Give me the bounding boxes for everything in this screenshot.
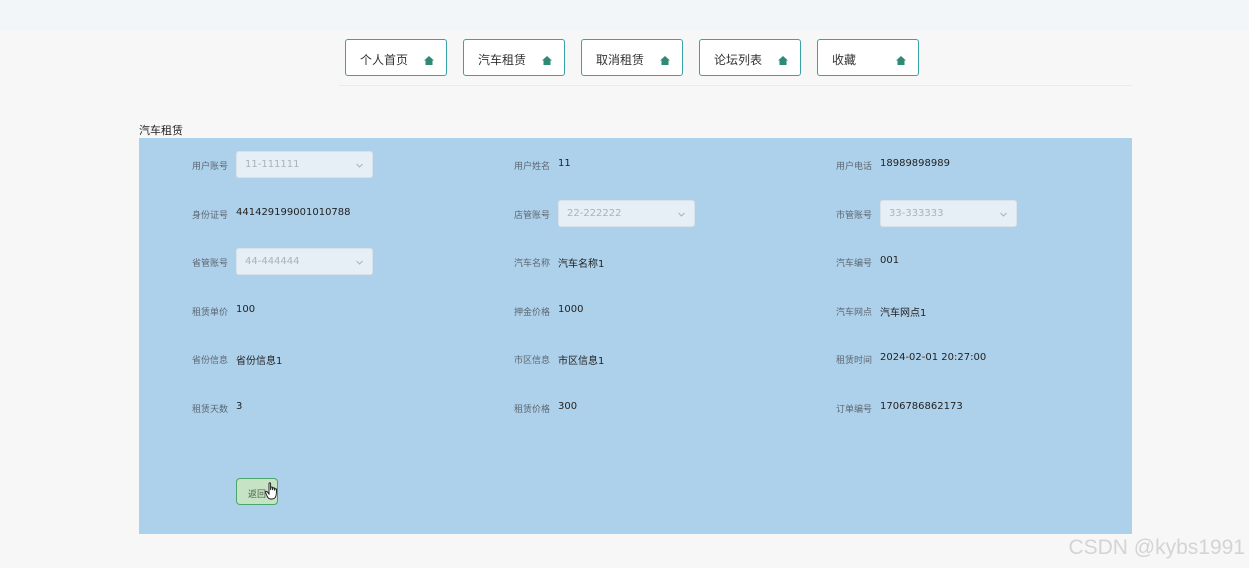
home-icon bbox=[660, 56, 670, 65]
field-label: 汽车名称 bbox=[513, 259, 550, 269]
form-row: 省份信息 省份信息1 市区信息 市区信息1 租赁时间 2024-02-01 20… bbox=[139, 345, 1132, 375]
select-value: 11-111111 bbox=[245, 159, 300, 170]
form-row: 租赁单价 100 押金价格 1000 汽车网点 汽车网点1 bbox=[139, 297, 1132, 327]
field-label: 用户账号 bbox=[191, 162, 228, 172]
page-title: 汽车租赁 bbox=[139, 124, 183, 137]
nav-item-label: 取消租赁 bbox=[596, 53, 645, 67]
field-label: 用户电话 bbox=[835, 162, 872, 172]
field-label: 市管账号 bbox=[835, 211, 872, 221]
watermark: CSDN @kybs1991 bbox=[1068, 536, 1245, 559]
chevron-down-icon bbox=[356, 260, 363, 265]
city-manager-account-select[interactable]: 33-333333 bbox=[880, 200, 1017, 227]
nav-divider bbox=[339, 85, 1132, 86]
field-value: 441429199001010788 bbox=[236, 207, 351, 218]
nav-item-label: 个人首页 bbox=[360, 53, 409, 67]
nav-item-home[interactable]: 个人首页 bbox=[345, 39, 447, 76]
top-nav: 个人首页 汽车租赁 取消租赁 论坛列表 收藏 bbox=[0, 39, 1249, 79]
store-manager-account-select[interactable]: 22-222222 bbox=[558, 200, 695, 227]
field-label: 订单编号 bbox=[835, 405, 872, 415]
nav-item-label: 收藏 bbox=[832, 53, 857, 67]
field-label: 租赁天数 bbox=[191, 405, 228, 415]
nav-item-forum-list[interactable]: 论坛列表 bbox=[699, 39, 801, 76]
field-label: 省份信息 bbox=[191, 356, 228, 366]
field-label: 租赁价格 bbox=[513, 405, 550, 415]
form-row: 省管账号 44-444444 汽车名称 汽车名称1 汽车编号 001 bbox=[139, 248, 1132, 278]
field-label: 身份证号 bbox=[191, 211, 228, 221]
field-value: 300 bbox=[558, 401, 578, 412]
select-value: 22-222222 bbox=[567, 208, 622, 219]
nav-item-favorites[interactable]: 收藏 bbox=[817, 39, 919, 76]
field-label: 省管账号 bbox=[191, 259, 228, 269]
field-value: 18989898989 bbox=[880, 158, 950, 169]
nav-item-cancel-rental[interactable]: 取消租赁 bbox=[581, 39, 683, 76]
chevron-down-icon bbox=[678, 212, 685, 217]
field-value: 100 bbox=[236, 304, 256, 315]
field-label: 市区信息 bbox=[513, 356, 550, 366]
back-button-label: 返回 bbox=[248, 490, 267, 500]
field-label: 租赁单价 bbox=[191, 308, 228, 318]
field-value: 汽车网点1 bbox=[880, 308, 927, 319]
nav-item-label: 汽车租赁 bbox=[478, 53, 527, 67]
form-row: 租赁天数 3 租赁价格 300 订单编号 1706786862173 bbox=[139, 394, 1132, 424]
home-icon bbox=[424, 56, 434, 65]
chevron-down-icon bbox=[356, 163, 363, 168]
form-row: 身份证号 441429199001010788 店管账号 22-222222 市… bbox=[139, 200, 1132, 230]
field-value: 001 bbox=[880, 255, 900, 266]
top-bar bbox=[0, 0, 1249, 31]
field-label: 汽车编号 bbox=[835, 259, 872, 269]
field-value: 1706786862173 bbox=[880, 401, 963, 412]
select-value: 44-444444 bbox=[245, 256, 300, 267]
nav-item-label: 论坛列表 bbox=[714, 53, 763, 67]
home-icon bbox=[778, 56, 788, 65]
home-icon bbox=[896, 56, 906, 65]
field-label: 汽车网点 bbox=[835, 308, 872, 318]
nav-item-car-rental[interactable]: 汽车租赁 bbox=[463, 39, 565, 76]
field-value: 省份信息1 bbox=[236, 356, 283, 367]
field-value: 市区信息1 bbox=[558, 356, 605, 367]
field-label: 押金价格 bbox=[513, 308, 550, 318]
field-value: 2024-02-01 20:27:00 bbox=[880, 352, 987, 363]
field-value: 汽车名称1 bbox=[558, 259, 605, 270]
form-row: 用户账号 11-111111 用户姓名 11 用户电话 18989898989 bbox=[139, 151, 1132, 181]
select-value: 33-333333 bbox=[889, 208, 944, 219]
field-value: 11 bbox=[558, 158, 571, 169]
rental-detail-form: 用户账号 11-111111 用户姓名 11 用户电话 18989898989 … bbox=[139, 138, 1132, 534]
field-label: 店管账号 bbox=[513, 211, 550, 221]
hand-cursor-icon bbox=[265, 482, 277, 500]
chevron-down-icon bbox=[1000, 212, 1007, 217]
field-label: 租赁时间 bbox=[835, 356, 872, 366]
home-icon bbox=[542, 56, 552, 65]
province-manager-account-select[interactable]: 44-444444 bbox=[236, 248, 373, 275]
user-account-select[interactable]: 11-111111 bbox=[236, 151, 373, 178]
field-value: 3 bbox=[236, 401, 243, 412]
field-label: 用户姓名 bbox=[513, 162, 550, 172]
field-value: 1000 bbox=[558, 304, 584, 315]
